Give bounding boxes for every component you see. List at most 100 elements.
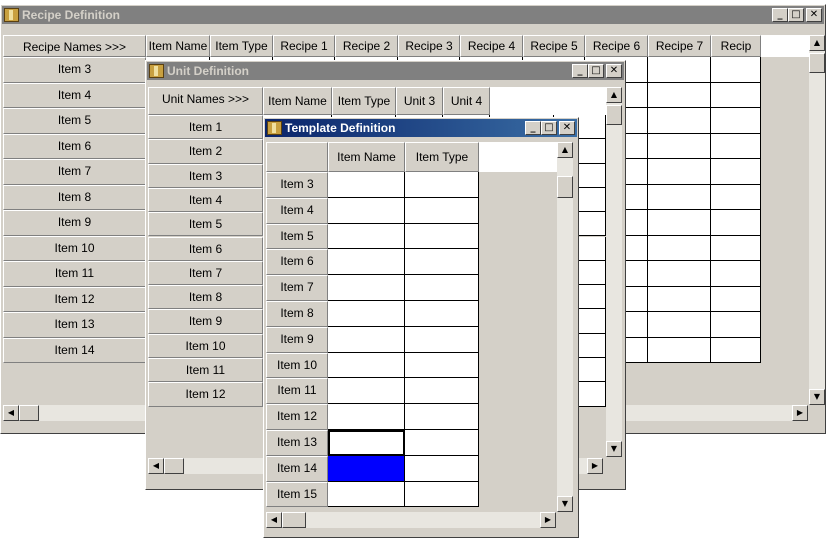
grid-cell[interactable] [711, 108, 761, 134]
grid-cell[interactable] [711, 337, 761, 363]
row-header[interactable]: Item 10 [3, 235, 146, 261]
grid-cell[interactable] [648, 210, 711, 236]
row-header[interactable]: Item 8 [266, 301, 328, 327]
row-header[interactable]: Item 13 [266, 430, 328, 456]
grid-cell[interactable] [648, 184, 711, 210]
row-header[interactable]: Item 5 [148, 212, 263, 237]
maximize-button[interactable]: □ [788, 8, 804, 22]
vertical-scroll-thumb[interactable] [606, 105, 622, 125]
grid-cell[interactable] [405, 301, 479, 327]
row-header[interactable]: Item 13 [3, 312, 146, 338]
row-header[interactable]: Item 9 [266, 326, 328, 353]
grid-cell[interactable] [405, 430, 479, 456]
row-header[interactable]: Item 4 [266, 197, 328, 224]
grid-cell[interactable] [648, 235, 711, 261]
scroll-left-button[interactable]: ◀ [148, 458, 164, 474]
row-header[interactable]: Item 15 [266, 481, 328, 508]
grid-cell[interactable] [648, 261, 711, 287]
grid-cell[interactable] [405, 249, 479, 276]
grid-cell[interactable] [328, 326, 405, 353]
column-header[interactable]: Recipe 6 [585, 35, 648, 57]
size-grip-icon[interactable] [603, 460, 617, 474]
scroll-left-button[interactable]: ◀ [3, 405, 19, 421]
horizontal-scroll-thumb[interactable] [19, 405, 39, 421]
vertical-scrollbar[interactable]: ▲ ▼ [606, 87, 622, 457]
grid-cell[interactable] [648, 108, 711, 134]
grid-cell[interactable] [711, 312, 761, 338]
column-header[interactable]: Item Name [263, 87, 332, 115]
vertical-scrollbar[interactable]: ▲ ▼ [557, 142, 573, 512]
row-header[interactable]: Item 2 [148, 139, 263, 164]
grid-cell[interactable] [328, 481, 405, 508]
grid-cell[interactable] [405, 378, 479, 405]
grid-cell[interactable] [711, 57, 761, 83]
horizontal-scroll-thumb[interactable] [164, 458, 184, 474]
grid-cell[interactable] [711, 82, 761, 108]
close-button[interactable]: ✕ [806, 8, 822, 22]
row-header[interactable]: Item 5 [266, 223, 328, 250]
grid-cell[interactable] [328, 352, 405, 379]
size-grip-icon[interactable] [556, 514, 570, 528]
grid-cell[interactable] [405, 172, 479, 198]
grid-cell[interactable] [405, 404, 479, 430]
grid-cell[interactable] [711, 184, 761, 210]
grid-cell[interactable] [711, 261, 761, 287]
horizontal-scroll-thumb[interactable] [282, 512, 306, 528]
grid-cell[interactable] [328, 275, 405, 301]
column-header[interactable]: Recipe 3 [398, 35, 460, 57]
row-header[interactable]: Item 12 [148, 382, 263, 407]
vertical-scroll-thumb[interactable] [809, 53, 825, 73]
minimize-button[interactable]: _ [772, 8, 788, 22]
close-button[interactable]: ✕ [606, 64, 622, 78]
column-header[interactable]: Item Type [405, 142, 479, 172]
grid-cell[interactable] [328, 378, 405, 405]
column-header[interactable]: Recip [711, 35, 761, 57]
column-header[interactable]: Recipe 2 [335, 35, 398, 57]
grid-cell[interactable] [405, 326, 479, 353]
column-header[interactable]: Unit 4 [443, 87, 490, 115]
template-definition-window[interactable]: Template Definition _ □ ✕ Item Name Item … [263, 117, 579, 538]
unit-window-titlebar[interactable]: Unit Definition _ □ ✕ [147, 62, 624, 80]
column-header[interactable]: Unit 3 [396, 87, 443, 115]
row-header[interactable]: Item 12 [3, 286, 146, 312]
row-header[interactable]: Item 5 [3, 108, 146, 134]
scroll-down-button[interactable]: ▼ [557, 496, 573, 512]
grid-cell[interactable] [328, 223, 405, 250]
column-header[interactable]: Item Name [328, 142, 405, 172]
grid-cell[interactable] [405, 223, 479, 250]
row-header[interactable]: Item 14 [266, 455, 328, 482]
grid-cell[interactable] [648, 57, 711, 83]
row-header[interactable]: Item 11 [3, 261, 146, 287]
grid-cell[interactable] [648, 159, 711, 185]
column-header[interactable]: Recipe 5 [523, 35, 585, 57]
vertical-scroll-thumb[interactable] [557, 176, 573, 198]
column-header[interactable]: Item Type [210, 35, 273, 57]
scroll-down-button[interactable]: ▼ [606, 441, 622, 457]
maximize-button[interactable]: □ [588, 64, 604, 78]
grid-cell[interactable] [648, 286, 711, 312]
scroll-right-button[interactable]: ▶ [540, 512, 556, 528]
grid-cell[interactable] [328, 249, 405, 276]
row-header[interactable]: Item 11 [148, 358, 263, 383]
maximize-button[interactable]: □ [541, 121, 557, 135]
row-header[interactable]: Item 3 [148, 163, 263, 188]
grid-cell[interactable] [328, 172, 405, 198]
minimize-button[interactable]: _ [525, 121, 541, 135]
close-button[interactable]: ✕ [559, 121, 575, 135]
row-header[interactable]: Item 14 [3, 337, 146, 363]
selected-cell[interactable] [328, 455, 405, 482]
grid-cell[interactable] [711, 286, 761, 312]
scroll-up-button[interactable]: ▲ [606, 87, 622, 103]
grid-cell[interactable] [648, 82, 711, 108]
scroll-right-button[interactable]: ▶ [587, 458, 603, 474]
row-header[interactable]: Item 6 [148, 236, 263, 261]
vertical-scrollbar[interactable]: ▲ ▼ [809, 35, 825, 405]
row-header[interactable]: Item 6 [3, 133, 146, 159]
row-header[interactable]: Item 3 [266, 172, 328, 198]
grid-cell[interactable] [648, 312, 711, 338]
row-header[interactable]: Item 12 [266, 404, 328, 430]
grid-cell[interactable] [405, 275, 479, 301]
size-grip-icon[interactable] [808, 407, 822, 421]
grid-cell[interactable] [405, 197, 479, 224]
column-header[interactable]: Recipe 7 [648, 35, 711, 57]
